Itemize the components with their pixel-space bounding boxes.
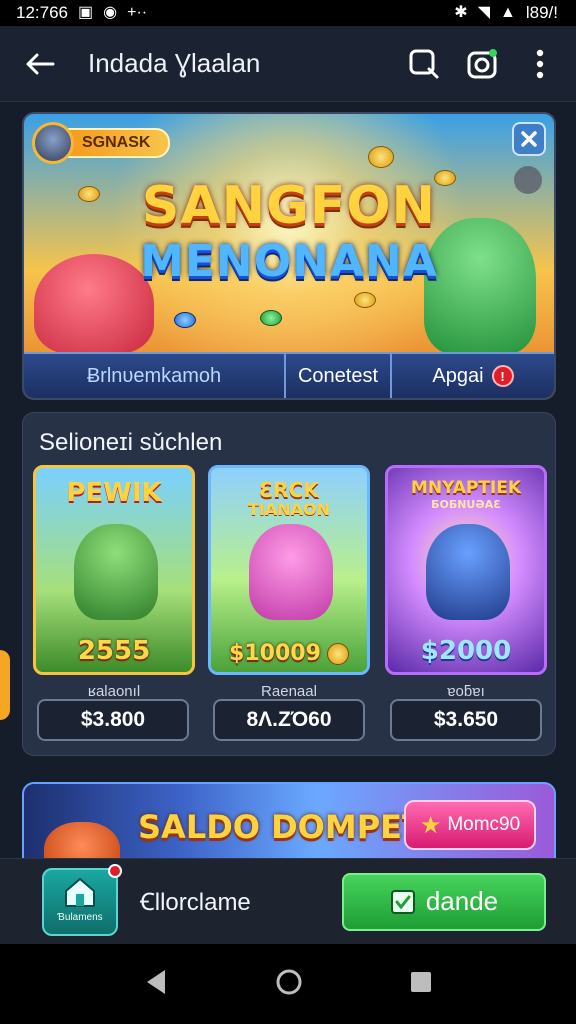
hero-badge-label: SGNASK: [64, 128, 171, 158]
card-amount-row: $10009: [211, 641, 367, 666]
card-label: ɐoƃɐı: [447, 683, 485, 700]
card-title: PEWIK: [66, 478, 162, 508]
hero-title-line2: MENONANA: [140, 236, 438, 287]
nav-home-icon: [276, 969, 302, 994]
hero-tab-label: Apgai: [432, 364, 484, 387]
coin: [354, 292, 376, 308]
card-subtitle: TIANAON: [247, 500, 330, 519]
checkbox-icon: [390, 889, 415, 914]
game-card-2[interactable]: ƐRCK TIANAON $10009: [208, 465, 370, 675]
hero-tab-3[interactable]: Apgai !: [392, 354, 554, 398]
coin-icon: [326, 642, 349, 665]
more-vert-icon: [536, 49, 544, 78]
promo-character: [44, 822, 120, 858]
back-arrow-icon: [26, 53, 55, 74]
bottom-middle-label[interactable]: Ꞓllorclame: [140, 885, 342, 918]
page-title: Indada Ɣlaalan: [88, 48, 261, 78]
camera-button[interactable]: [464, 46, 500, 82]
card-amount: 2555: [77, 636, 151, 666]
card-amount-row: 2555: [36, 636, 192, 666]
alert-badge: !: [491, 365, 514, 387]
search-button[interactable]: [406, 46, 442, 82]
coin: [174, 312, 196, 328]
status-left: 12:766 ▣ ◉ +··: [16, 3, 147, 23]
bottom-bar: Ɓulamens Ꞓllorclame dande: [0, 858, 576, 944]
selection-panel: Selioneɪi sǔchlen PEWIK 2555 ʁalaonıl $3…: [22, 412, 556, 756]
card-amount: $10009: [229, 641, 321, 666]
card-subtitle: ƂOƂNUƏAƐ: [431, 498, 501, 511]
game-card-1[interactable]: PEWIK 2555: [33, 465, 195, 675]
system-nav-bar: [0, 944, 576, 1024]
hero-tab-label: Ƀrlnυemkamoh: [86, 364, 222, 387]
card-amount-row: $2000: [388, 636, 544, 666]
bluetooth-icon: ✱: [454, 4, 468, 21]
notification-badge: [108, 863, 122, 878]
promo-button[interactable]: ★ Momc90: [404, 800, 536, 850]
dande-button[interactable]: dande: [342, 872, 546, 931]
game-card-3[interactable]: MNYAPTIEK ƂOƂNUƏAƐ $2000: [385, 465, 547, 675]
section-title: Selioneɪi sǔchlen: [39, 429, 223, 456]
hero-title-line1: SANGFON: [141, 176, 437, 236]
card-character: [426, 524, 510, 620]
card-label: ʁalaonıl: [87, 683, 141, 700]
promo-button-label: Momc90: [447, 814, 521, 835]
more-options-button[interactable]: [522, 46, 558, 82]
nav-recents-button[interactable]: [409, 970, 433, 999]
app-bar: Indada Ɣlaalan: [0, 26, 576, 102]
coin: [260, 310, 282, 326]
nav-home-button[interactable]: [274, 967, 304, 1002]
status-time: 12:766: [16, 3, 68, 22]
signal-icon: ▲: [500, 4, 516, 21]
close-icon: [521, 131, 537, 147]
card-title: MNYAPTIEK: [410, 478, 522, 498]
card-character: [74, 524, 158, 620]
search-icon: [409, 49, 439, 78]
hero-tab-1[interactable]: Ƀrlnυemkamoh: [24, 354, 286, 398]
main-content: SGNASK SANGFON MENONANA Ƀrlnυemkamoh Con…: [0, 102, 576, 858]
home-icon: [65, 877, 95, 907]
hero-tabs: Ƀrlnυemkamoh Conetest Apgai !: [24, 352, 554, 398]
camera-icon: [467, 48, 497, 78]
star-icon: ★: [419, 811, 442, 839]
battery-text: Ɩ89/!: [525, 3, 558, 22]
price-button-2[interactable]: 8Ʌ.ZΌ60: [213, 699, 365, 741]
promo-banner[interactable]: SALDO DOMPET ★ Momc90: [22, 782, 556, 858]
status-right: ✱ ◥ ▲ Ɩ89/!: [454, 3, 558, 23]
price-button-1[interactable]: $3.800: [37, 699, 189, 741]
side-drawer-handle[interactable]: [0, 650, 10, 720]
card-title: ƐRCK: [259, 478, 319, 502]
hero-badge: SGNASK: [32, 122, 171, 164]
app-bar-actions: [406, 46, 558, 82]
avatar: [32, 122, 74, 164]
notification-icon: ◉: [103, 4, 118, 21]
nav-back-icon: [146, 969, 165, 994]
status-bar: 12:766 ▣ ◉ +·· ✱ ◥ ▲ Ɩ89/!: [0, 0, 576, 26]
hero-tab-label: Conetest: [297, 364, 379, 387]
nav-back-button[interactable]: [143, 968, 169, 1001]
dande-button-label: dande: [425, 886, 499, 916]
nav-recents-icon: [411, 971, 432, 992]
promo-title: SALDO DOMPET: [138, 808, 424, 846]
home-label: Ɓulamens: [57, 911, 103, 923]
more-notifications-icon: +··: [127, 4, 148, 21]
hero-close-button[interactable]: [512, 122, 546, 156]
wifi-icon: ◥: [477, 4, 491, 21]
home-button[interactable]: Ɓulamens: [42, 863, 122, 936]
back-button[interactable]: [18, 42, 62, 86]
card-amount: $2000: [420, 636, 512, 666]
card-character: [249, 524, 333, 620]
hero-tab-2[interactable]: Conetest: [286, 354, 392, 398]
photo-icon: ▣: [78, 4, 94, 21]
coin: [368, 146, 394, 168]
price-button-3[interactable]: $3.650: [390, 699, 542, 741]
hero-banner[interactable]: SGNASK SANGFON MENONANA Ƀrlnυemkamoh Con…: [22, 112, 556, 400]
card-label: Raenaal: [261, 683, 317, 700]
